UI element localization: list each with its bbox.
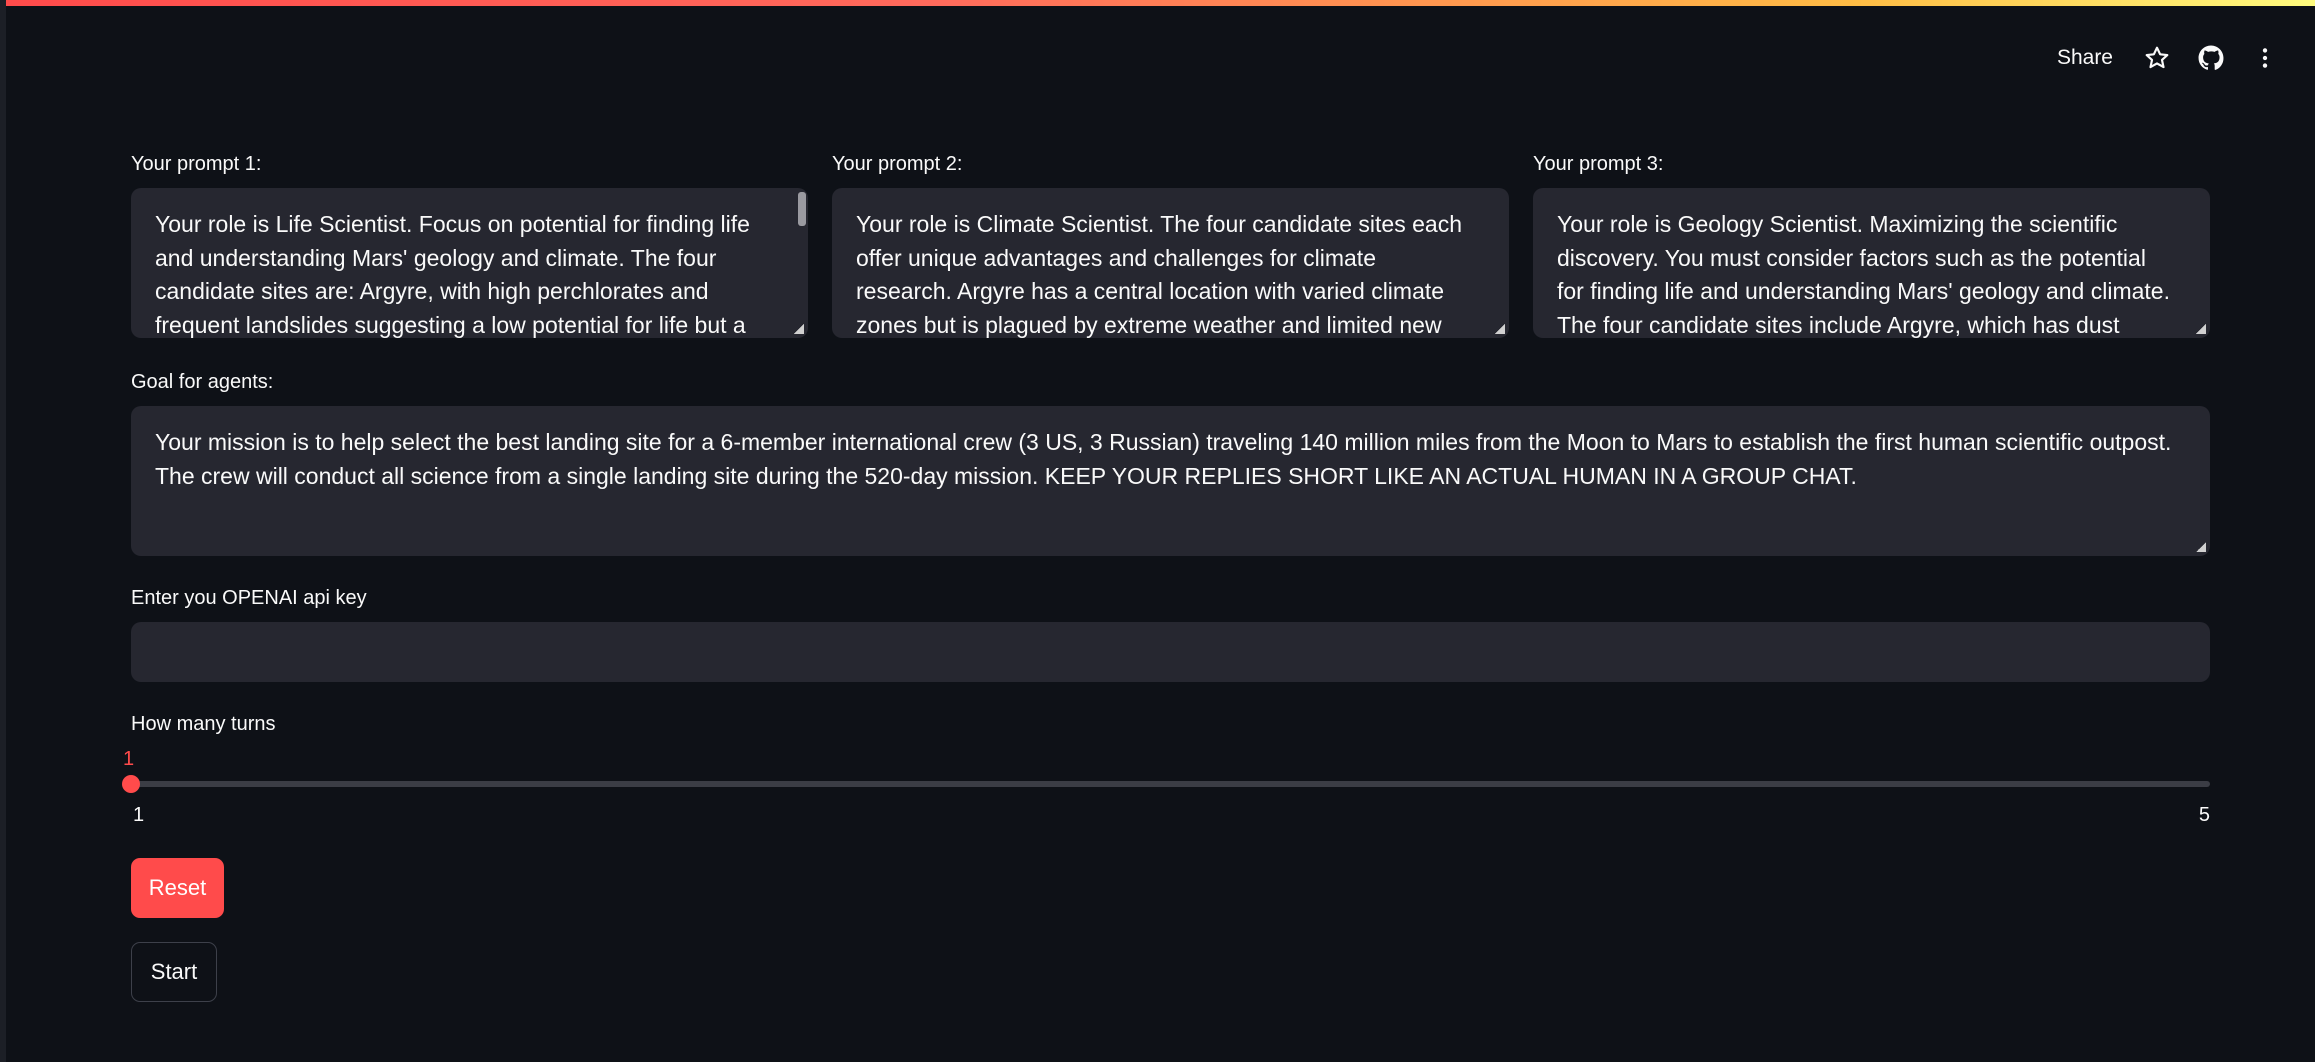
prompt-2-resize-handle[interactable] xyxy=(1495,324,1505,334)
goal-group: Goal for agents: Your mission is to help… xyxy=(131,368,2210,556)
turns-label: How many turns xyxy=(131,713,276,735)
reset-button[interactable]: Reset xyxy=(131,858,224,918)
goal-text: Your mission is to help select the best … xyxy=(155,429,2172,489)
github-icon[interactable] xyxy=(2195,42,2227,74)
turns-slider-track[interactable] xyxy=(131,781,2210,787)
goal-label: Goal for agents: xyxy=(131,371,274,393)
turns-slider-group: How many turns 1 1 5 xyxy=(122,710,2210,826)
top-decoration-bar xyxy=(6,0,2315,8)
prompt-1-resize-handle[interactable] xyxy=(794,324,804,334)
prompt-row: Your prompt 1: Your role is Life Scienti… xyxy=(131,150,2210,338)
api-key-input[interactable] xyxy=(131,622,2210,682)
turns-slider-thumb[interactable] xyxy=(122,775,140,793)
prompt-3-text: Your role is Geology Scientist. Maximizi… xyxy=(1557,211,2170,338)
app-window: Share Your prompt 1: Your role is Life S… xyxy=(0,0,2315,1062)
prompt-2-text: Your role is Climate Scientist. The four… xyxy=(856,211,1462,338)
prompt-2-label: Your prompt 2: xyxy=(832,153,963,175)
api-key-label: Enter you OPENAI api key xyxy=(131,587,367,609)
prompt-3-textarea[interactable]: Your role is Geology Scientist. Maximizi… xyxy=(1533,188,2210,338)
star-icon[interactable] xyxy=(2141,42,2173,74)
prompt-3-group: Your prompt 3: Your role is Geology Scie… xyxy=(1533,150,2210,338)
prompt-1-label: Your prompt 1: xyxy=(131,153,262,175)
prompt-1-group: Your prompt 1: Your role is Life Scienti… xyxy=(131,150,808,338)
prompt-1-text: Your role is Life Scientist. Focus on po… xyxy=(155,211,750,338)
goal-resize-handle[interactable] xyxy=(2196,542,2206,552)
more-vertical-icon[interactable] xyxy=(2249,42,2281,74)
turns-slider-value: 1 xyxy=(123,748,135,770)
prompt-3-label: Your prompt 3: xyxy=(1533,153,1664,175)
main-content: Your prompt 1: Your role is Life Scienti… xyxy=(122,150,2210,826)
prompt-3-resize-handle[interactable] xyxy=(2196,324,2206,334)
share-button[interactable]: Share xyxy=(2051,42,2119,74)
api-key-group: Enter you OPENAI api key xyxy=(131,584,2210,682)
prompt-1-scrollbar[interactable] xyxy=(798,192,806,226)
turns-slider-max: 5 xyxy=(2198,804,2210,826)
turns-slider-min: 1 xyxy=(133,804,145,826)
header-actions: Share xyxy=(2051,42,2281,74)
prompt-2-group: Your prompt 2: Your role is Climate Scie… xyxy=(832,150,1509,338)
prompt-1-textarea[interactable]: Your role is Life Scientist. Focus on po… xyxy=(131,188,808,338)
goal-textarea[interactable]: Your mission is to help select the best … xyxy=(131,406,2210,556)
prompt-2-textarea[interactable]: Your role is Climate Scientist. The four… xyxy=(832,188,1509,338)
start-button[interactable]: Start xyxy=(131,942,217,1002)
